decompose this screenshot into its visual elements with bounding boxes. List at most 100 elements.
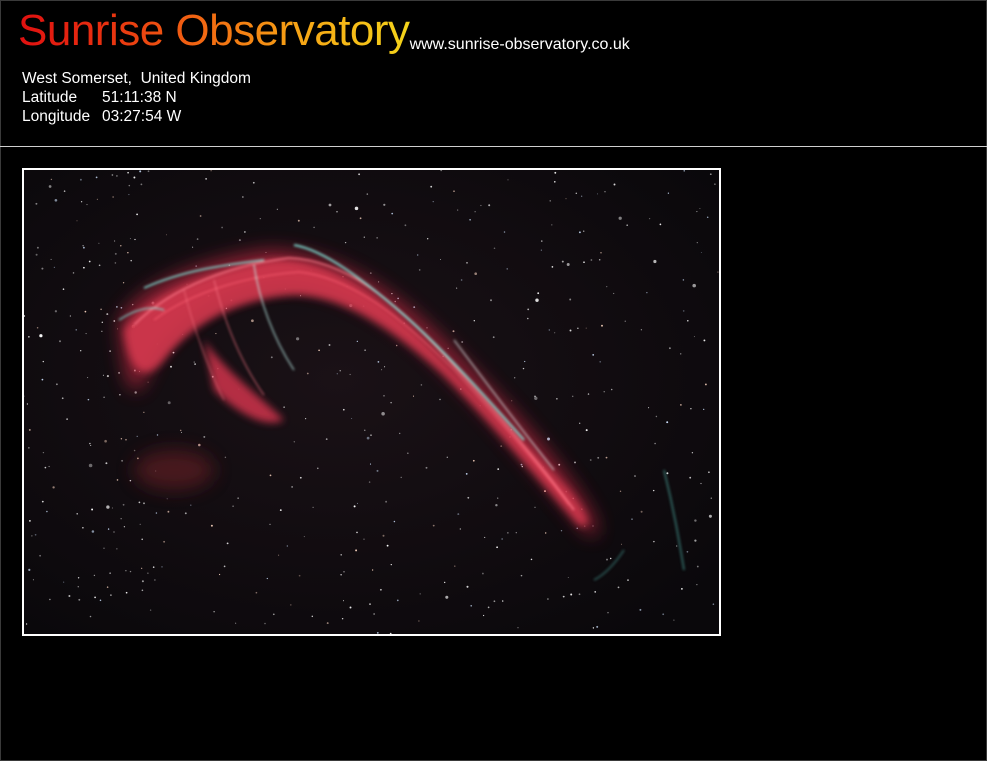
star: [98, 242, 100, 244]
star: [29, 520, 31, 522]
star: [87, 398, 90, 401]
star: [44, 466, 47, 469]
star: [581, 195, 583, 197]
star: [91, 508, 94, 511]
star: [613, 292, 615, 295]
star: [170, 365, 172, 368]
star: [680, 404, 682, 406]
star: [290, 604, 292, 606]
star: [279, 509, 282, 511]
star: [56, 383, 58, 386]
star: [507, 179, 509, 181]
star: [356, 531, 358, 534]
star: [382, 534, 385, 537]
star: [548, 329, 550, 331]
star: [541, 240, 543, 242]
star: [28, 428, 31, 431]
star: [41, 267, 44, 270]
star: [669, 347, 671, 350]
star: [107, 528, 110, 530]
star: [224, 456, 227, 459]
star: [575, 192, 578, 195]
star: [138, 501, 141, 504]
star: [210, 170, 212, 172]
star: [565, 197, 567, 200]
star: [363, 538, 365, 540]
star: [353, 505, 356, 508]
star: [386, 544, 389, 547]
star: [36, 246, 39, 249]
star: [709, 173, 712, 176]
star: [554, 171, 557, 174]
star: [82, 526, 84, 529]
star: [506, 268, 508, 270]
star: [404, 224, 407, 227]
star: [399, 432, 401, 435]
star: [460, 279, 463, 281]
star: [570, 593, 573, 596]
star: [137, 457, 139, 460]
star: [383, 203, 386, 206]
star: [501, 538, 503, 540]
star: [193, 361, 195, 363]
star: [167, 510, 170, 513]
star: [354, 206, 359, 211]
star: [676, 545, 678, 547]
star: [264, 622, 266, 625]
star: [54, 310, 58, 313]
star: [366, 436, 370, 440]
star: [613, 183, 616, 186]
star: [272, 613, 275, 616]
star: [83, 266, 85, 269]
page-header: Sunrise Observatory www.sunrise-observat…: [0, 0, 987, 146]
star: [87, 377, 89, 379]
star: [194, 363, 196, 365]
star: [534, 506, 536, 508]
star: [48, 185, 52, 188]
star: [106, 313, 109, 316]
star: [312, 506, 314, 509]
star: [461, 341, 464, 343]
star: [86, 204, 88, 206]
star: [303, 536, 305, 538]
star: [147, 572, 149, 574]
star: [653, 540, 655, 543]
star: [703, 408, 705, 411]
star: [130, 259, 132, 262]
star: [205, 178, 207, 180]
star: [104, 439, 107, 443]
star: [554, 181, 556, 183]
star: [600, 252, 602, 254]
star: [497, 468, 500, 470]
star: [466, 262, 468, 264]
star: [269, 523, 271, 526]
star: [94, 596, 97, 599]
star: [359, 217, 362, 220]
nebula-photo: [22, 168, 721, 636]
star: [493, 247, 496, 249]
star: [376, 469, 379, 472]
star: [313, 226, 315, 229]
star: [136, 435, 138, 438]
star: [343, 570, 345, 573]
star: [594, 591, 597, 593]
star: [659, 223, 662, 226]
star: [215, 333, 217, 335]
star: [82, 245, 84, 247]
star: [103, 547, 105, 549]
star: [88, 260, 91, 263]
star: [376, 237, 378, 239]
star: [278, 554, 280, 556]
star: [199, 215, 202, 217]
star: [381, 369, 383, 371]
star: [481, 572, 484, 575]
star: [299, 476, 302, 479]
star: [693, 336, 695, 338]
star: [453, 190, 455, 192]
star: [63, 190, 66, 192]
star: [340, 574, 342, 576]
star: [269, 474, 272, 477]
star: [120, 438, 123, 440]
star: [620, 543, 623, 545]
star: [106, 375, 109, 378]
